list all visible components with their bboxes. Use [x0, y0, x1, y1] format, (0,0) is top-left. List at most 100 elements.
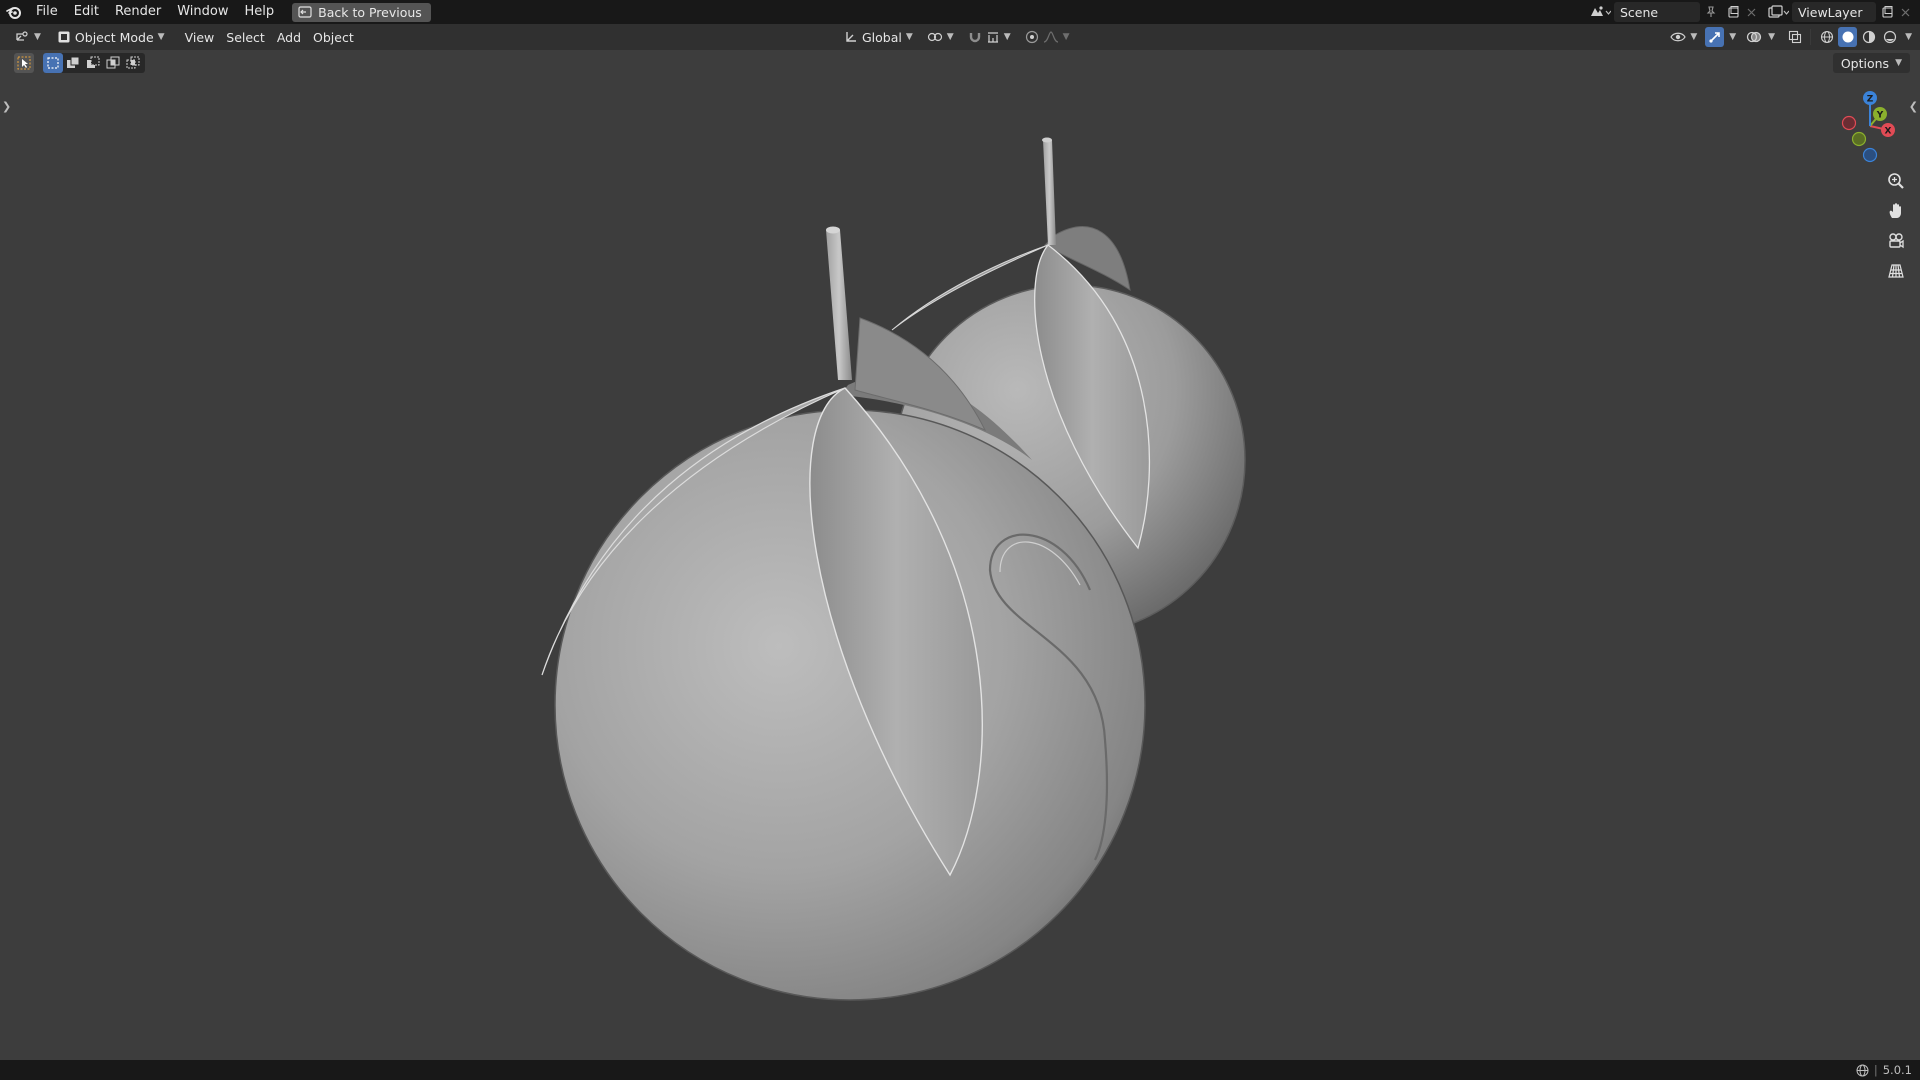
falloff-icon: [1043, 31, 1058, 43]
selection-mode-group: [43, 53, 145, 73]
chevron-down-icon[interactable]: ▼: [1905, 32, 1912, 42]
orientation-label: Global: [862, 29, 902, 45]
navigation-gizmo[interactable]: X Y Z: [1836, 86, 1916, 166]
new-scene-icon[interactable]: [1722, 2, 1744, 22]
shading-material-button[interactable]: [1859, 27, 1878, 47]
select-mode-subtract[interactable]: [83, 53, 103, 73]
transform-orientation-dropdown[interactable]: Global ▼: [838, 27, 919, 47]
select-difference-icon: [106, 56, 120, 69]
chevron-down-icon[interactable]: ▼: [1768, 32, 1775, 42]
chevron-down-icon: ▼: [1062, 32, 1070, 42]
gizmo-neg-z[interactable]: [1862, 147, 1878, 163]
menu-render[interactable]: Render: [107, 0, 169, 24]
object-mode-icon: [58, 31, 70, 43]
editor-type-button[interactable]: ▼: [8, 27, 47, 47]
scene-icon[interactable]: [1586, 2, 1614, 22]
camera-icon: [1889, 233, 1904, 249]
cursor-select-icon: [17, 56, 31, 70]
chevron-down-icon[interactable]: ▼: [1729, 32, 1736, 42]
chevron-down-icon: ▼: [905, 32, 913, 42]
select-subtract-icon: [87, 56, 100, 68]
menu-window[interactable]: Window: [169, 0, 236, 24]
menu-view[interactable]: View: [179, 27, 221, 47]
render-layer-icon[interactable]: [1764, 2, 1792, 22]
status-bar: | 5.0.1: [0, 1060, 1920, 1080]
select-mode-set[interactable]: [43, 53, 63, 73]
scene-selector[interactable]: Scene: [1586, 2, 1758, 22]
version-indicator: | 5.0.1: [1856, 1063, 1912, 1077]
viewlayer-name: ViewLayer: [1798, 4, 1863, 20]
viewport-display-controls: ▼ ▼ ▼ ▼: [1664, 27, 1912, 47]
3d-viewport[interactable]: [0, 50, 1920, 1060]
pivot-point-dropdown[interactable]: ▼: [921, 27, 960, 47]
overlays-toggle[interactable]: [1744, 27, 1763, 47]
menu-select[interactable]: Select: [220, 27, 271, 47]
pin-icon[interactable]: [1700, 2, 1722, 22]
shading-rendered-button[interactable]: [1880, 27, 1899, 47]
snap-toggle[interactable]: ▼: [962, 27, 1017, 47]
back-button-label: Back to Previous: [318, 4, 422, 20]
magnet-icon: [969, 33, 980, 43]
viewport-header: ▼ Object Mode ▼ View Select Add Object G…: [0, 24, 1920, 50]
viewlayer-name-field[interactable]: ViewLayer: [1792, 2, 1876, 22]
chevron-down-icon: ▼: [1690, 32, 1698, 42]
show-gizmo-toggle[interactable]: [1705, 27, 1725, 47]
proportional-editing-toggle[interactable]: ▼: [1019, 27, 1076, 47]
chevron-down-icon: ▼: [34, 32, 41, 42]
select-mode-difference[interactable]: [103, 53, 123, 73]
pan-button[interactable]: [1884, 199, 1908, 223]
gizmo-y-label: Y: [1876, 111, 1884, 121]
mode-dropdown[interactable]: Object Mode ▼: [50, 27, 171, 47]
remove-scene-icon[interactable]: [1744, 2, 1758, 22]
remove-viewlayer-icon[interactable]: [1898, 2, 1912, 22]
chevron-down-icon: ▼: [1895, 58, 1902, 68]
menu-add[interactable]: Add: [271, 27, 307, 47]
hand-pan-icon: [1889, 203, 1901, 218]
select-set-icon: [47, 57, 59, 69]
divider: [1810, 29, 1812, 45]
chevron-down-icon: ▼: [1003, 32, 1011, 42]
back-icon: [298, 6, 312, 18]
shading-wireframe-button[interactable]: [1817, 27, 1836, 47]
select-box-tool-button[interactable]: [14, 53, 34, 73]
select-mode-extend[interactable]: [63, 53, 83, 73]
object-visibility-dropdown[interactable]: ▼: [1664, 27, 1703, 47]
version-label: 5.0.1: [1882, 1063, 1912, 1077]
gizmo-z-label: Z: [1867, 95, 1874, 105]
gizmo-x-label: X: [1885, 127, 1892, 137]
pivot-icon: [927, 32, 942, 42]
options-dropdown[interactable]: Options ▼: [1832, 53, 1910, 73]
menu-help[interactable]: Help: [237, 0, 283, 24]
divider: |: [1873, 1063, 1878, 1077]
rendered-sphere-icon: [1883, 30, 1896, 44]
zoom-button[interactable]: [1884, 169, 1908, 193]
back-to-previous-button[interactable]: Back to Previous: [292, 2, 431, 22]
xray-toggle[interactable]: [1785, 27, 1804, 47]
xray-icon: [1788, 30, 1801, 44]
gizmo-icon: [1709, 32, 1720, 43]
menu-edit[interactable]: Edit: [66, 0, 107, 24]
scene-name-field[interactable]: Scene: [1614, 2, 1700, 22]
grid-perspective-icon: [1888, 264, 1904, 278]
new-viewlayer-icon[interactable]: [1876, 2, 1898, 22]
shading-solid-button[interactable]: [1838, 27, 1858, 47]
select-extend-icon: [67, 56, 80, 68]
menu-file[interactable]: File: [28, 0, 66, 24]
gizmo-neg-x[interactable]: [1841, 115, 1857, 131]
snap-increment-icon: [987, 32, 998, 43]
3d-viewport-icon: [16, 31, 28, 41]
transform-controls: Global ▼ ▼ ▼ ▼: [838, 27, 1076, 47]
toolbar-expand-arrow-icon[interactable]: ❯: [2, 100, 11, 113]
select-mode-intersect[interactable]: [123, 53, 143, 73]
zoom-icon: [1888, 173, 1904, 189]
mode-label: Object Mode: [74, 29, 154, 45]
select-intersect-icon: [126, 56, 140, 69]
chevron-down-icon: ▼: [157, 32, 165, 42]
menu-object[interactable]: Object: [307, 27, 360, 47]
scene-name: Scene: [1620, 4, 1659, 20]
gizmo-neg-y[interactable]: [1851, 131, 1867, 147]
blender-logo-icon[interactable]: [6, 4, 22, 20]
perspective-toggle-button[interactable]: [1884, 259, 1908, 283]
viewlayer-selector[interactable]: ViewLayer: [1764, 2, 1912, 22]
camera-view-button[interactable]: [1884, 229, 1908, 253]
